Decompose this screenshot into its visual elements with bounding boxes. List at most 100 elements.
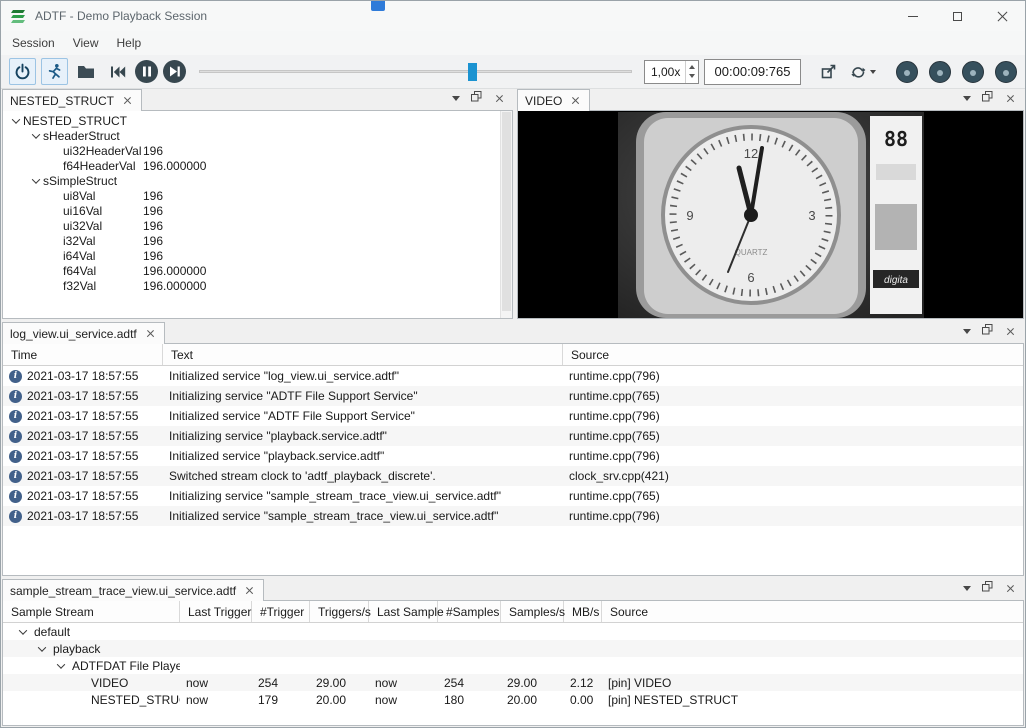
trace-row[interactable]: playback	[3, 640, 1023, 657]
tab-close-icon[interactable]	[243, 584, 256, 597]
menu-session[interactable]: Session	[3, 33, 64, 53]
log-row[interactable]: i2021-03-17 18:57:55Initializing service…	[3, 386, 1023, 406]
trace-row[interactable]: VIDEOnow25429.00now25429.002.12[pin] VID…	[3, 674, 1023, 691]
tree-row[interactable]: NESTED_STRUCT	[3, 113, 512, 128]
tree-row[interactable]: ui32HeaderVal196	[3, 143, 512, 158]
power-toggle-button[interactable]	[9, 58, 36, 85]
trace-row[interactable]: ADTFDAT File Player	[3, 657, 1023, 674]
column-header[interactable]: Source	[602, 601, 1023, 622]
trace-row[interactable]: default	[3, 623, 1023, 640]
panel-close-icon[interactable]	[1004, 325, 1017, 338]
tree-row[interactable]: f64Val196.000000	[3, 263, 512, 278]
tab-close-icon[interactable]	[144, 327, 157, 340]
column-header[interactable]: MB/s	[564, 601, 602, 622]
jump-to-begin-button[interactable]	[104, 58, 130, 85]
panel-close-icon[interactable]	[493, 92, 506, 105]
log-row[interactable]: i2021-03-17 18:57:55Switched stream cloc…	[3, 466, 1023, 486]
column-header[interactable]: Sample Stream	[3, 601, 180, 622]
round-control-button-2[interactable]	[929, 61, 951, 83]
expander-slot[interactable]	[35, 646, 48, 652]
trace-value-cell: now	[180, 676, 252, 690]
tab-close-icon[interactable]	[121, 94, 134, 107]
column-header[interactable]: Last Sample	[369, 601, 438, 622]
log-row[interactable]: i2021-03-17 18:57:55Initialized service …	[3, 446, 1023, 466]
panel-menu-icon[interactable]	[963, 586, 971, 591]
tab-nested-struct[interactable]: NESTED_STRUCT	[2, 89, 142, 111]
slider-handle[interactable]	[468, 63, 477, 81]
menu-help[interactable]: Help	[108, 33, 151, 53]
log-row[interactable]: i2021-03-17 18:57:55Initializing service…	[3, 426, 1023, 446]
log-row[interactable]: i2021-03-17 18:57:55Initialized service …	[3, 366, 1023, 386]
expander-chevron-icon[interactable]	[56, 660, 64, 668]
playback-position-slider[interactable]	[199, 58, 632, 85]
expander-chevron-icon[interactable]	[18, 626, 26, 634]
tab-log-view[interactable]: log_view.ui_service.adtf	[2, 322, 165, 344]
round-control-button-1[interactable]	[896, 61, 918, 83]
column-header[interactable]: #Trigger	[252, 601, 310, 622]
column-header[interactable]: Source	[563, 344, 1023, 365]
open-external-button[interactable]	[815, 58, 841, 85]
close-button[interactable]	[980, 1, 1025, 31]
open-file-button[interactable]	[73, 58, 99, 85]
expander-slot[interactable]	[9, 118, 23, 124]
panel-close-icon[interactable]	[1004, 582, 1017, 595]
expander-chevron-icon[interactable]	[32, 175, 40, 183]
expander-slot[interactable]	[29, 133, 43, 139]
column-header[interactable]: Time	[3, 344, 163, 365]
tree-row[interactable]: ui32Val196	[3, 218, 512, 233]
expander-chevron-icon[interactable]	[32, 130, 40, 138]
loop-mode-button[interactable]	[846, 58, 880, 85]
trace-row[interactable]: NESTED_STRUCTnow17920.00now18020.000.00[…	[3, 691, 1023, 708]
panel-menu-icon[interactable]	[452, 96, 460, 101]
panel-controls	[963, 581, 1024, 595]
column-header[interactable]: Text	[163, 344, 563, 365]
panel-float-icon[interactable]	[471, 91, 482, 105]
tree-row[interactable]: ui16Val196	[3, 203, 512, 218]
log-row[interactable]: i2021-03-17 18:57:55Initializing service…	[3, 486, 1023, 506]
tree-row[interactable]: sSimpleStruct	[3, 173, 512, 188]
jump-to-end-button[interactable]	[163, 60, 186, 83]
panel-float-icon[interactable]	[982, 324, 993, 338]
log-row[interactable]: i2021-03-17 18:57:55Initialized service …	[3, 506, 1023, 526]
playback-speed-spinbox[interactable]: 1,00x	[644, 60, 699, 84]
expander-chevron-icon[interactable]	[12, 115, 20, 123]
minimize-button[interactable]	[890, 1, 935, 31]
round-control-button-4[interactable]	[995, 61, 1017, 83]
tab-close-icon[interactable]	[569, 94, 582, 107]
menu-view[interactable]: View	[64, 33, 108, 53]
column-header[interactable]: Last Trigger	[180, 601, 252, 622]
expander-chevron-icon[interactable]	[37, 643, 45, 651]
spin-up-icon[interactable]	[689, 65, 695, 69]
panel-menu-icon[interactable]	[963, 329, 971, 334]
panel-float-icon[interactable]	[982, 581, 993, 595]
column-header[interactable]: Samples/s	[501, 601, 564, 622]
info-icon: i	[9, 450, 22, 463]
tab-video[interactable]: VIDEO	[517, 89, 590, 111]
tree-row[interactable]: sHeaderStruct	[3, 128, 512, 143]
tree-row[interactable]: i32Val196	[3, 233, 512, 248]
maximize-button[interactable]	[935, 1, 980, 31]
panel-float-icon[interactable]	[982, 91, 993, 105]
column-header[interactable]: Triggers/s	[310, 601, 369, 622]
column-header[interactable]: #Samples	[438, 601, 501, 622]
expander-slot[interactable]	[29, 178, 43, 184]
expander-slot[interactable]	[16, 629, 29, 635]
pause-button[interactable]	[135, 60, 158, 83]
round-control-button-3[interactable]	[962, 61, 984, 83]
log-row[interactable]: i2021-03-17 18:57:55Initialized service …	[3, 406, 1023, 426]
tree-row[interactable]: f64HeaderVal196.000000	[3, 158, 512, 173]
tree-row[interactable]: ui8Val196	[3, 188, 512, 203]
log-table: TimeTextSource i2021-03-17 18:57:55Initi…	[2, 344, 1024, 576]
tree-row[interactable]: f32Val196.000000	[3, 278, 512, 293]
tree-vertical-scrollbar[interactable]	[500, 111, 512, 318]
panel-close-icon[interactable]	[1004, 92, 1017, 105]
tree-row[interactable]: i64Val196	[3, 248, 512, 263]
expander-slot[interactable]	[54, 663, 67, 669]
panel-menu-icon[interactable]	[963, 96, 971, 101]
spin-down-icon[interactable]	[689, 74, 695, 78]
scrollbar-thumb[interactable]	[502, 112, 511, 311]
tab-trace-view[interactable]: sample_stream_trace_view.ui_service.adtf	[2, 579, 264, 601]
pause-icon	[142, 66, 152, 77]
loop-dropdown-icon[interactable]	[870, 70, 876, 74]
run-session-button[interactable]	[41, 58, 68, 85]
